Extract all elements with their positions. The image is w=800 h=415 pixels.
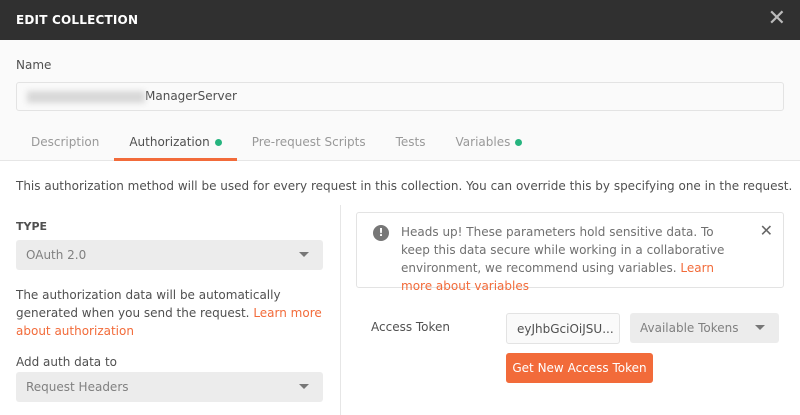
status-dot-icon <box>214 139 222 146</box>
chevron-down-icon <box>299 252 309 257</box>
access-token-label: Access Token <box>371 320 451 334</box>
tab-bar: Description Authorization Pre-request Sc… <box>16 128 537 161</box>
sensitive-data-warning: ! Heads up! These parameters hold sensit… <box>356 212 784 293</box>
status-dot-icon <box>515 139 523 146</box>
name-value: ManagerServer <box>145 89 237 103</box>
auth-type-select[interactable]: OAuth 2.0 <box>16 240 323 270</box>
available-tokens-select[interactable]: Available Tokens <box>630 313 779 343</box>
help-text: The authorization data will be automatic… <box>16 288 281 320</box>
add-auth-label: Add auth data to <box>16 355 118 369</box>
chevron-down-icon <box>755 325 765 330</box>
select-value: Available Tokens <box>640 321 739 335</box>
select-value: OAuth 2.0 <box>26 248 87 262</box>
tab-authorization[interactable]: Authorization <box>114 128 237 161</box>
warning-text: Heads up! These parameters hold sensitiv… <box>401 225 725 275</box>
dialog-title: EDIT COLLECTION <box>16 13 139 27</box>
auth-description: This authorization method will be used f… <box>16 179 793 193</box>
tab-description[interactable]: Description <box>16 128 114 161</box>
exclamation-icon: ! <box>373 225 389 241</box>
close-icon[interactable]: ✕ <box>760 222 773 240</box>
tab-variables[interactable]: Variables <box>441 128 538 161</box>
name-label: Name <box>16 58 52 72</box>
tab-tests[interactable]: Tests <box>381 128 441 161</box>
select-value: Request Headers <box>26 380 129 394</box>
access-token-input[interactable]: eyJhbGciOiJSU... <box>506 313 620 344</box>
tab-label: Authorization <box>129 135 210 149</box>
type-label: TYPE <box>16 220 48 233</box>
close-icon[interactable]: ✕ <box>768 6 786 31</box>
name-input[interactable]: ManagerServer <box>16 82 784 111</box>
dialog-header: EDIT COLLECTION ✕ <box>0 0 800 40</box>
get-new-access-token-button[interactable]: Get New Access Token <box>506 353 653 383</box>
tab-pre-request-scripts[interactable]: Pre-request Scripts <box>237 128 381 161</box>
auth-help: The authorization data will be automatic… <box>16 286 331 340</box>
chevron-down-icon <box>299 384 309 389</box>
column-divider <box>340 205 341 415</box>
tab-label: Variables <box>455 135 511 149</box>
redacted-name-prefix <box>27 90 145 103</box>
add-auth-select[interactable]: Request Headers <box>16 372 323 402</box>
